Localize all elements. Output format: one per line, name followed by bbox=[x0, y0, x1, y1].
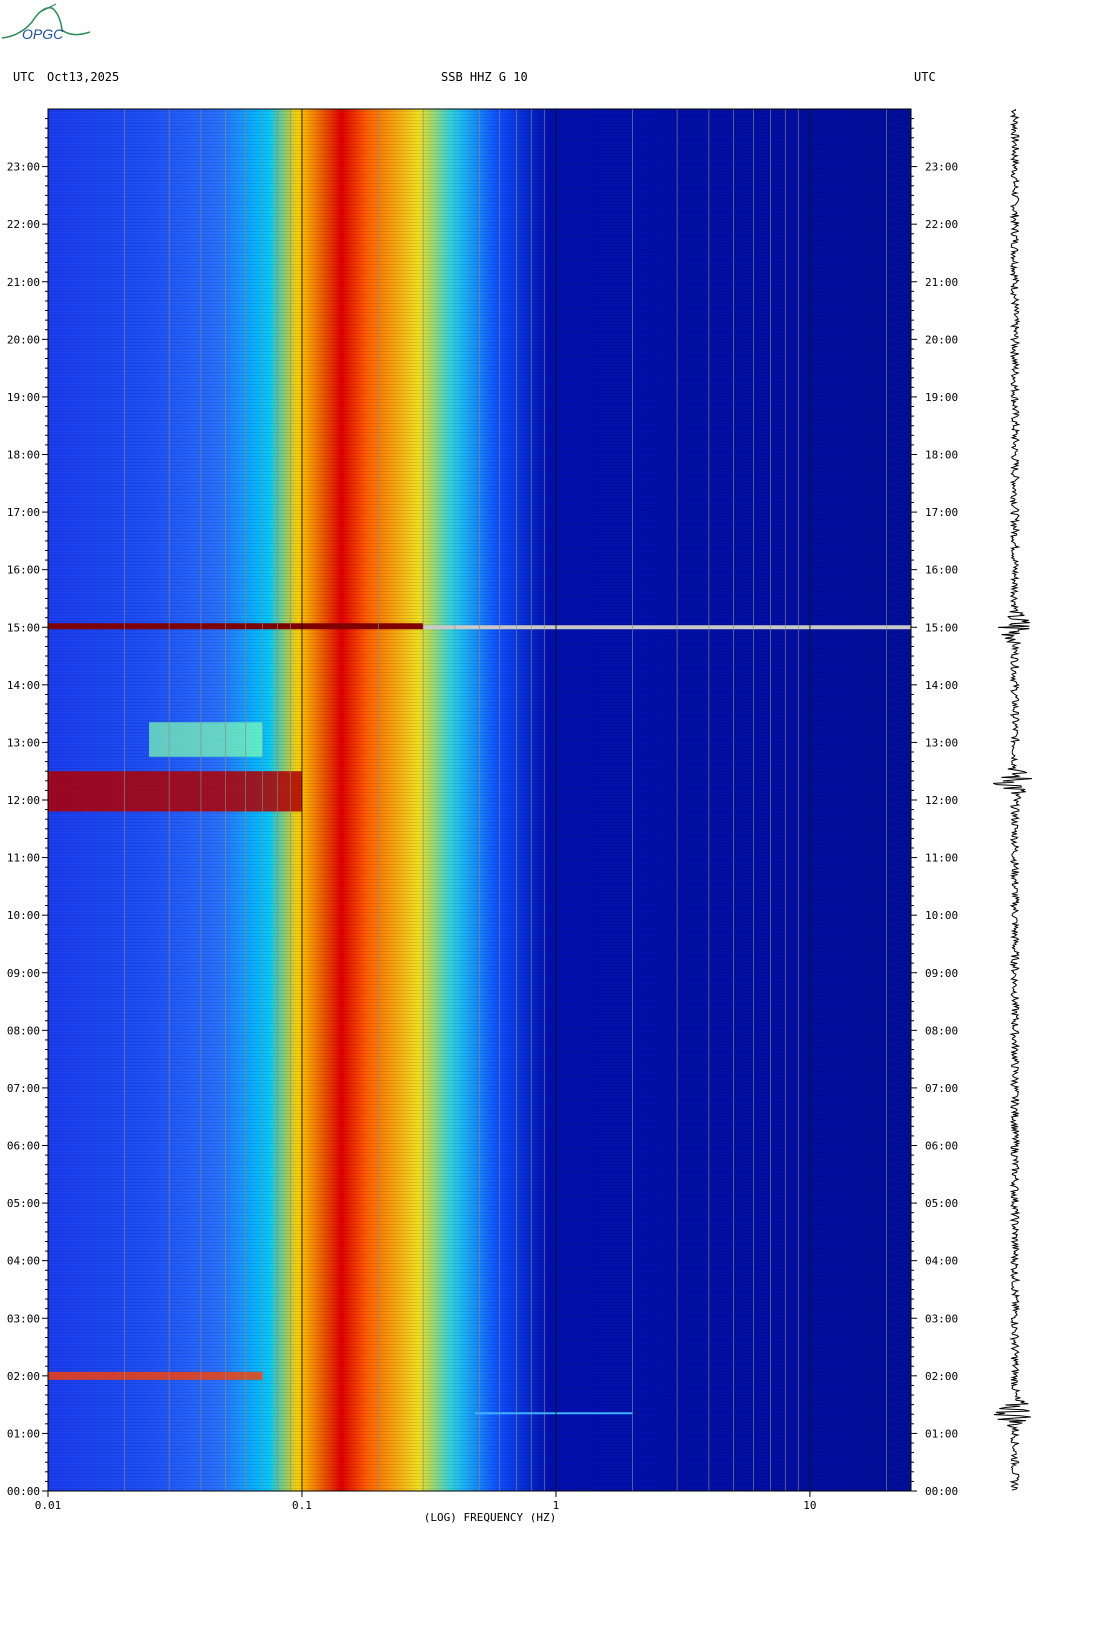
time-tick-label: 05:00 bbox=[925, 1197, 958, 1210]
time-tick-label: 23:00 bbox=[7, 161, 40, 174]
time-tick-label: 10:00 bbox=[925, 909, 958, 922]
time-tick-label: 04:00 bbox=[925, 1255, 958, 1268]
time-tick-label: 17:00 bbox=[925, 506, 958, 519]
time-tick-label: 18:00 bbox=[925, 449, 958, 462]
time-tick-label: 09:00 bbox=[925, 967, 958, 980]
x-axis-label: (LOG) FREQUENCY (HZ) bbox=[424, 1511, 556, 1524]
event-line bbox=[423, 625, 911, 630]
time-tick-label: 08:00 bbox=[7, 1024, 40, 1037]
time-tick-label: 14:00 bbox=[925, 679, 958, 692]
time-tick-label: 16:00 bbox=[7, 564, 40, 577]
time-tick-label: 07:00 bbox=[925, 1082, 958, 1095]
time-tick-label: 21:00 bbox=[7, 276, 40, 289]
right-time-axis: 00:00 01:00 02:00 03:00 04:00 05:00 06:00 07:00… bbox=[911, 118, 958, 1498]
time-tick-label: 02:00 bbox=[7, 1370, 40, 1383]
time-tick-label: 09:00 bbox=[7, 967, 40, 980]
time-tick-label: 14:00 bbox=[7, 679, 40, 692]
time-tick-label: 03:00 bbox=[7, 1312, 40, 1325]
time-tick-label: 15:00 bbox=[7, 621, 40, 634]
time-tick-label: 01:00 bbox=[925, 1427, 958, 1440]
time-tick-label: 21:00 bbox=[925, 276, 958, 289]
time-tick-label: 05:00 bbox=[7, 1197, 40, 1210]
time-tick-label: 19:00 bbox=[7, 391, 40, 404]
spectrogram-chart: 00:00 01:00 02:00 03:00 04:00 05:00 06:00 07:00… bbox=[7, 108, 1033, 1524]
event-line bbox=[48, 623, 424, 630]
time-tick-label: 22:00 bbox=[7, 218, 40, 231]
time-tick-label: 18:00 bbox=[7, 449, 40, 462]
time-tick-label: 23:00 bbox=[925, 161, 958, 174]
time-tick-label: 04:00 bbox=[7, 1255, 40, 1268]
time-tick-label: 08:00 bbox=[925, 1024, 958, 1037]
time-tick-label: 13:00 bbox=[925, 736, 958, 749]
time-tick-label: 06:00 bbox=[7, 1140, 40, 1153]
time-tick-label: 12:00 bbox=[925, 794, 958, 807]
time-tick-label: 11:00 bbox=[925, 852, 958, 865]
time-tick-label: 02:00 bbox=[925, 1370, 958, 1383]
frequency-tick-label: 10 bbox=[803, 1499, 816, 1512]
time-tick-label: 17:00 bbox=[7, 506, 40, 519]
time-tick-label: 20:00 bbox=[7, 333, 40, 346]
time-tick-label: 01:00 bbox=[7, 1427, 40, 1440]
time-tick-label: 19:00 bbox=[925, 391, 958, 404]
frequency-axis: 0.01 0.1 1 10 bbox=[35, 1491, 817, 1512]
spectrogram-plot-area bbox=[47, 108, 912, 1492]
seismogram-waveform bbox=[993, 108, 1033, 1491]
frequency-tick-label: 0.01 bbox=[35, 1499, 62, 1512]
time-tick-label: 00:00 bbox=[7, 1485, 40, 1498]
event-line bbox=[474, 1412, 633, 1415]
time-tick-label: 12:00 bbox=[7, 794, 40, 807]
event-band bbox=[48, 1371, 263, 1380]
time-tick-label: 11:00 bbox=[7, 852, 40, 865]
time-tick-label: 03:00 bbox=[925, 1312, 958, 1325]
time-tick-label: 16:00 bbox=[925, 564, 958, 577]
time-tick-label: 07:00 bbox=[7, 1082, 40, 1095]
time-tick-label: 13:00 bbox=[7, 736, 40, 749]
time-tick-label: 22:00 bbox=[925, 218, 958, 231]
left-time-axis: 00:00 01:00 02:00 03:00 04:00 05:00 06:00 07:00… bbox=[7, 118, 48, 1498]
time-tick-label: 10:00 bbox=[7, 909, 40, 922]
time-tick-label: 15:00 bbox=[925, 621, 958, 634]
event-band bbox=[48, 771, 302, 812]
time-tick-label: 06:00 bbox=[925, 1140, 958, 1153]
frequency-tick-label: 0.1 bbox=[292, 1499, 312, 1512]
time-tick-label: 20:00 bbox=[925, 333, 958, 346]
time-tick-label: 00:00 bbox=[925, 1485, 958, 1498]
seismogram-trace bbox=[993, 108, 1033, 1491]
